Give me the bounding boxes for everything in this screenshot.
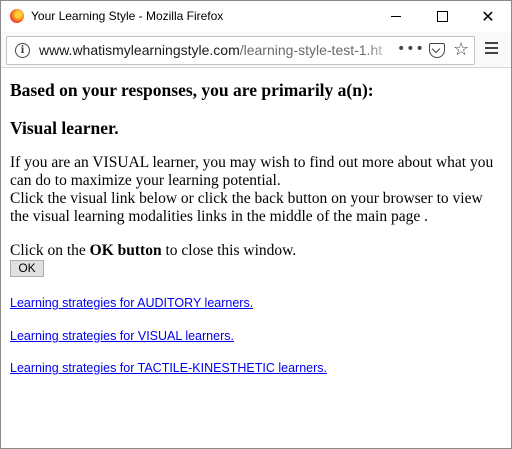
close-prefix: Click on the (10, 242, 90, 259)
description-line-1: If you are an VISUAL learner, you may wi… (10, 154, 494, 189)
result-description: If you are an VISUAL learner, you may wi… (10, 154, 505, 226)
tactile-kinesthetic-strategies-link[interactable]: Learning strategies for TACTILE-KINESTHE… (10, 361, 327, 375)
maximize-button[interactable] (419, 1, 465, 32)
close-button[interactable]: ✕ (465, 1, 511, 32)
page-actions-button[interactable]: ••• (397, 41, 425, 57)
maximize-icon (436, 11, 448, 22)
address-bar[interactable]: i www.whatismylearningstyle.com/learning… (6, 36, 475, 65)
firefox-logo-icon (10, 9, 24, 23)
ok-button[interactable]: OK (10, 260, 44, 277)
description-line-2: Click the visual link below or click the… (10, 190, 483, 225)
close-bold: OK button (89, 242, 162, 259)
close-icon: ✕ (481, 6, 495, 26)
minimize-icon (391, 16, 401, 17)
result-learner-type: Visual learner. (10, 118, 119, 138)
star-icon[interactable]: ☆ (453, 39, 469, 60)
result-heading: Based on your responses, you are primari… (10, 80, 374, 100)
close-instruction: Click on the OK button to close this win… (10, 242, 296, 260)
minimize-button[interactable] (373, 1, 419, 32)
hamburger-menu-icon[interactable] (485, 42, 499, 56)
browser-window: Your Learning Style - Mozilla Firefox ✕ … (0, 0, 512, 449)
url-path: /learning-style-test-1.ht (239, 42, 383, 58)
auditory-strategies-link[interactable]: Learning strategies for AUDITORY learner… (10, 296, 253, 310)
url-text[interactable]: www.whatismylearningstyle.com/learning-s… (39, 42, 391, 60)
close-suffix: to close this window. (161, 242, 297, 259)
url-fade (367, 39, 393, 61)
pocket-icon[interactable] (429, 43, 445, 58)
title-bar: Your Learning Style - Mozilla Firefox ✕ (1, 1, 511, 32)
window-title: Your Learning Style - Mozilla Firefox (31, 9, 224, 23)
visual-strategies-link[interactable]: Learning strategies for VISUAL learners. (10, 329, 234, 343)
info-icon[interactable]: i (15, 43, 30, 58)
url-domain: www.whatismylearningstyle.com (39, 42, 240, 58)
navigation-toolbar: i www.whatismylearningstyle.com/learning… (1, 32, 511, 68)
page-content: Based on your responses, you are primari… (1, 68, 511, 448)
